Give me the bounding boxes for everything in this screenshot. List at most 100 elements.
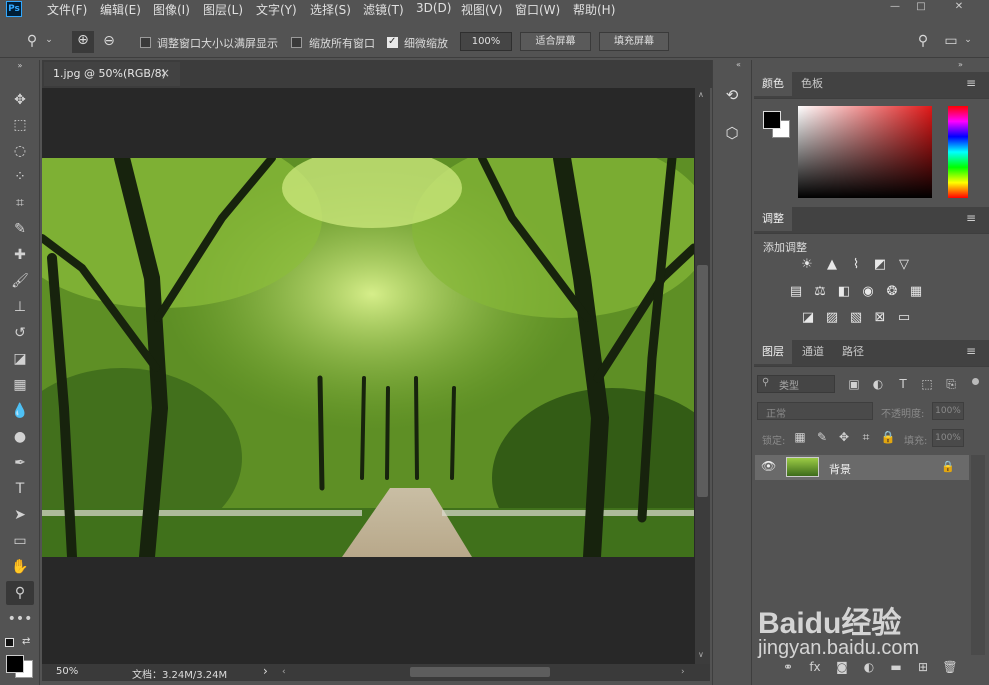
menu-file[interactable]: 文件(F): [47, 1, 87, 18]
fit-screen-button[interactable]: 适合屏幕: [520, 32, 591, 51]
workspace-chevron-icon[interactable]: ⌄: [963, 35, 973, 45]
filter-shape-icon[interactable]: ⬚: [918, 377, 936, 391]
rectangle-tool-icon[interactable]: ▭: [6, 529, 34, 553]
menu-filter[interactable]: 滤镜(T): [363, 1, 404, 18]
color-panel-menu-icon[interactable]: ≡: [966, 76, 976, 90]
color-field[interactable]: [798, 106, 932, 198]
invert-icon[interactable]: ◪: [799, 309, 817, 327]
gradient-tool-icon[interactable]: ▦: [6, 373, 34, 397]
workspace-icon[interactable]: ▭: [942, 33, 960, 49]
layer-name[interactable]: 背景: [829, 461, 851, 477]
photo-filter-icon[interactable]: ◉: [859, 283, 877, 301]
lock-all-icon[interactable]: 🔒: [879, 430, 897, 444]
posterize-icon[interactable]: ▨: [823, 309, 841, 327]
hue-slider[interactable]: [948, 106, 968, 198]
tab-paths[interactable]: 路径: [834, 340, 872, 364]
zoom-tool-icon[interactable]: ⚲: [6, 581, 34, 605]
curves-icon[interactable]: ⌇: [847, 256, 865, 274]
fill-screen-button[interactable]: 填充屏幕: [599, 32, 669, 51]
layer-style-fx-icon[interactable]: fx: [806, 660, 824, 674]
adjustments-panel-menu-icon[interactable]: ≡: [966, 211, 976, 225]
tab-adjustments[interactable]: 调整: [754, 207, 792, 231]
collapse-toolbar-icon[interactable]: »: [6, 60, 34, 72]
scroll-right-icon[interactable]: ›: [681, 667, 685, 677]
lock-position-icon[interactable]: ✥: [835, 430, 853, 444]
selective-color-icon[interactable]: ⊠: [871, 309, 889, 327]
filter-smart-object-icon[interactable]: ⎘: [942, 377, 960, 392]
levels-icon[interactable]: ▲: [823, 256, 841, 274]
document-size-info[interactable]: 文档：3.24M/3.24M: [132, 666, 227, 681]
channel-mixer-icon[interactable]: ❂: [883, 283, 901, 301]
menu-image[interactable]: 图像(I): [153, 1, 190, 18]
scroll-down-icon[interactable]: ∨: [698, 650, 704, 659]
black-white-icon[interactable]: ◧: [835, 283, 853, 301]
filter-toggle-icon[interactable]: [972, 378, 979, 385]
threshold-icon[interactable]: ▧: [847, 309, 865, 327]
zoom-percent-field[interactable]: 100%: [460, 32, 512, 51]
vibrance-icon[interactable]: ▽: [895, 256, 913, 274]
healing-brush-tool-icon[interactable]: ✚: [6, 243, 34, 267]
search-icon[interactable]: ⚲: [914, 33, 932, 49]
filter-type-icon[interactable]: T: [894, 377, 912, 391]
forest-path-image[interactable]: [42, 158, 694, 557]
zoom-all-windows-checkbox[interactable]: [291, 37, 302, 48]
resize-windows-checkbox[interactable]: [140, 37, 151, 48]
menu-select[interactable]: 选择(S): [310, 1, 351, 18]
layer-visibility-eye-icon[interactable]: 👁: [761, 459, 776, 473]
color-fg-swatch[interactable]: [763, 111, 781, 129]
move-tool-icon[interactable]: ✥: [6, 88, 34, 112]
marquee-tool-icon[interactable]: ⬚: [6, 113, 34, 137]
blur-tool-icon[interactable]: 💧: [6, 399, 34, 423]
opacity-field[interactable]: 100%: [932, 402, 964, 420]
swap-colors-icon[interactable]: ⇄: [22, 636, 30, 647]
link-layers-icon[interactable]: ⚭: [779, 660, 797, 674]
more-tools-icon[interactable]: •••: [6, 607, 34, 631]
vertical-scrollbar-thumb[interactable]: [697, 265, 708, 497]
close-window-button[interactable]: ✕: [944, 0, 974, 14]
lock-transparent-icon[interactable]: ▦: [791, 430, 809, 444]
brightness-contrast-icon[interactable]: ☀: [798, 256, 816, 274]
collapse-dock-icon[interactable]: »: [958, 60, 963, 69]
history-brush-tool-icon[interactable]: ↺: [6, 321, 34, 345]
history-panel-icon[interactable]: ⟲: [719, 82, 745, 108]
new-fill-adjustment-icon[interactable]: ◐: [860, 660, 878, 674]
eraser-tool-icon[interactable]: ◪: [6, 347, 34, 371]
path-selection-tool-icon[interactable]: ➤: [6, 503, 34, 527]
horizontal-scrollbar-thumb[interactable]: [410, 667, 550, 677]
menu-layer[interactable]: 图层(L): [203, 1, 243, 18]
scroll-up-icon[interactable]: ∧: [698, 90, 704, 99]
clone-stamp-tool-icon[interactable]: ⊥: [6, 295, 34, 319]
filter-adjustment-icon[interactable]: ◐: [869, 377, 887, 391]
exposure-icon[interactable]: ◩: [871, 256, 889, 274]
color-balance-icon[interactable]: ⚖: [811, 283, 829, 301]
eyedropper-tool-icon[interactable]: ✎: [6, 217, 34, 241]
delete-layer-icon[interactable]: 🗑: [941, 660, 959, 674]
tab-color[interactable]: 颜色: [754, 72, 792, 96]
zoom-status[interactable]: 50%: [56, 666, 78, 677]
menu-help[interactable]: 帮助(H): [573, 1, 615, 18]
fill-field[interactable]: 100%: [932, 429, 964, 447]
layers-scrollbar[interactable]: [971, 455, 985, 655]
color-lookup-icon[interactable]: ▦: [907, 283, 925, 301]
lock-artboard-icon[interactable]: ⌗: [857, 430, 875, 445]
quick-select-tool-icon[interactable]: ⁘: [6, 165, 34, 189]
zoom-in-icon[interactable]: ⊕: [72, 31, 94, 53]
brush-tool-icon[interactable]: 🖌: [6, 269, 34, 293]
gradient-map-icon[interactable]: ▭: [895, 309, 913, 327]
menu-edit[interactable]: 编辑(E): [100, 1, 141, 18]
menu-window[interactable]: 窗口(W): [515, 1, 560, 18]
type-tool-icon[interactable]: T: [6, 477, 34, 501]
maximize-button[interactable]: □: [906, 0, 936, 14]
tab-swatches[interactable]: 色板: [794, 72, 830, 96]
menu-type[interactable]: 文字(Y): [256, 1, 297, 18]
lasso-tool-icon[interactable]: ◌: [6, 139, 34, 163]
close-document-icon[interactable]: ×: [160, 66, 170, 80]
zoom-tool-preset-icon[interactable]: ⚲: [22, 33, 42, 49]
new-group-icon[interactable]: ▬: [887, 660, 905, 674]
new-layer-icon[interactable]: ⊞: [914, 660, 932, 674]
add-mask-icon[interactable]: ◙: [833, 660, 851, 674]
scrubby-zoom-checkbox[interactable]: [387, 36, 398, 48]
expand-panels-icon[interactable]: «: [736, 60, 741, 69]
foreground-color-swatch[interactable]: [6, 655, 24, 673]
hand-tool-icon[interactable]: ✋: [6, 555, 34, 579]
